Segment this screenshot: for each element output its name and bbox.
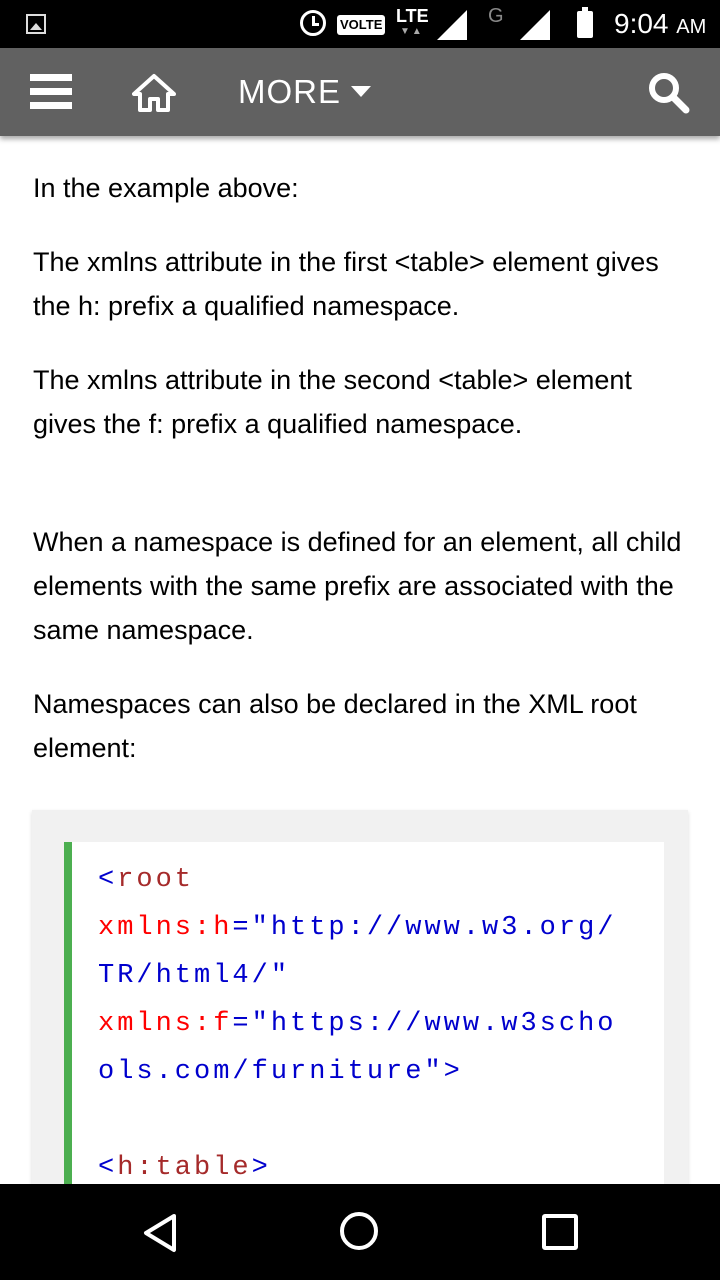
image-notification-icon <box>26 14 46 34</box>
alarm-icon <box>300 10 326 36</box>
home-icon[interactable] <box>132 72 176 112</box>
caret-down-icon <box>351 85 371 97</box>
code-token: xmlns:f <box>98 1009 233 1039</box>
code-token: TR/html4/" <box>98 961 291 991</box>
code-example-panel: <root xmlns:h="http://www.w3.org/ TR/htm… <box>32 810 688 1242</box>
recent-apps-icon[interactable] <box>542 1214 578 1250</box>
clock: 9:04 AM <box>614 8 706 40</box>
signal-icon-2 <box>520 10 550 40</box>
code-block: <root xmlns:h="http://www.w3.org/ TR/htm… <box>64 842 664 1242</box>
code-token: ols.com/furniture" <box>98 1057 444 1087</box>
paragraph: In the example above: <box>33 173 299 203</box>
code-token: h:table <box>117 1153 252 1183</box>
battery-icon <box>577 7 593 38</box>
code-text: <root xmlns:h="http://www.w3.org/ TR/htm… <box>98 856 616 1192</box>
code-token: > <box>251 1153 271 1183</box>
more-label: MORE <box>238 73 341 110</box>
paragraph: When a namespace is defined for an eleme… <box>33 527 682 645</box>
network-g-label: G <box>488 5 504 27</box>
search-icon[interactable] <box>646 70 690 114</box>
code-token: > <box>443 1057 463 1087</box>
lte-label: LTE <box>396 6 429 26</box>
code-token: xmlns:h <box>98 913 233 943</box>
menu-icon[interactable] <box>30 74 72 110</box>
volte-badge: VOLTE <box>337 15 386 35</box>
paragraph: The xmlns attribute in the first <table>… <box>33 247 659 321</box>
code-token: < <box>98 865 118 895</box>
top-app-bar: MORE <box>0 48 720 136</box>
signal-icon <box>437 10 467 40</box>
paragraph: The xmlns attribute in the second <table… <box>33 365 632 439</box>
data-activity-icon: ▼▲ <box>400 26 424 37</box>
clock-ampm: AM <box>676 16 707 38</box>
code-token: "http://www.w3.org/ <box>251 913 617 943</box>
code-token: = <box>232 913 252 943</box>
paragraph: Namespaces can also be declared in the X… <box>33 689 637 763</box>
clock-time: 9:04 <box>614 8 669 39</box>
code-token: root <box>117 865 195 895</box>
home-circle-icon[interactable] <box>340 1212 378 1250</box>
back-icon[interactable] <box>140 1212 182 1254</box>
system-nav-bar <box>0 1184 720 1280</box>
code-token: < <box>98 1153 118 1183</box>
status-bar: VOLTE LTE ▼▲ G 9:04 AM <box>0 0 720 48</box>
code-token: = <box>232 1009 252 1039</box>
more-dropdown[interactable]: MORE <box>238 70 371 114</box>
code-token: "https://www.w3scho <box>251 1009 617 1039</box>
